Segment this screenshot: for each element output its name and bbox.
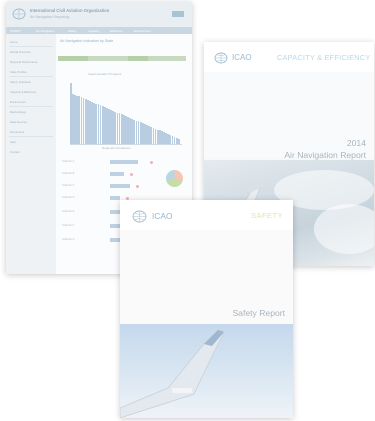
sidebar-item[interactable]: Help	[10, 140, 16, 144]
sidebar-item[interactable]: Home	[10, 40, 17, 44]
row-label: Indicator A	[62, 160, 75, 163]
nav-item[interactable]: Air Navigation	[36, 29, 55, 33]
web-nav-bar: iSTARS Air Navigation Safety Capacity Ef…	[6, 27, 192, 34]
aircraft-wing-icon	[120, 329, 225, 418]
row-label: Indicator C	[62, 184, 75, 187]
icao-emblem-icon	[214, 52, 228, 64]
bar-chart	[70, 80, 180, 144]
row-bar	[110, 160, 138, 164]
report-theme: SAFETY	[251, 211, 283, 220]
report-theme: CAPACITY & EFFICIENCY	[277, 53, 371, 62]
chart-title: Regional Comparison	[102, 146, 131, 150]
cover-photo	[120, 324, 293, 418]
sidebar-item[interactable]: Regional Performance	[10, 60, 38, 64]
pie-chart	[166, 170, 183, 187]
sidebar-item[interactable]: Data Sources	[10, 120, 27, 124]
sidebar-item[interactable]: Capacity & Efficiency	[10, 90, 36, 94]
sidebar-item[interactable]: Global Overview	[10, 50, 31, 54]
safety-report-cover: ICAO SAFETY Safety Report	[120, 200, 293, 418]
row-marker	[130, 172, 133, 176]
sidebar-divider	[9, 136, 53, 137]
row-bar	[110, 172, 124, 176]
banner-segment	[58, 56, 88, 61]
progress-banner	[58, 56, 186, 61]
org-name: ICAO	[232, 53, 252, 62]
sidebar-item[interactable]: Documents	[10, 130, 24, 134]
row-marker	[150, 160, 153, 164]
row-marker	[136, 184, 139, 188]
row-label: Indicator B	[62, 172, 75, 175]
web-header-subtitle: Air Navigation Reporting	[30, 15, 69, 19]
sidebar-item[interactable]: Methodology	[10, 110, 26, 114]
sidebar-item[interactable]: Safety Indicators	[10, 80, 31, 84]
report-title: Air Navigation Report	[284, 150, 366, 160]
web-sidebar: Home Global Overview Regional Performanc…	[6, 34, 56, 274]
sidebar-item[interactable]: Environment	[10, 100, 26, 104]
sidebar-divider	[9, 106, 53, 107]
banner-segment	[128, 56, 148, 61]
icao-emblem-icon	[12, 8, 26, 20]
sidebar-item[interactable]: Contact	[10, 150, 20, 154]
row-label: Indicator F	[62, 224, 75, 227]
sidebar-item[interactable]: State Profiles	[10, 70, 27, 74]
report-header: ICAO CAPACITY & EFFICIENCY	[204, 42, 374, 72]
sidebar-divider	[9, 76, 53, 77]
nav-item[interactable]: Efficiency	[110, 29, 123, 33]
org-name: ICAO	[152, 211, 173, 221]
chart-title: Implementation Progress	[88, 72, 122, 76]
sidebar-divider	[9, 46, 53, 47]
report-title: Safety Report	[232, 308, 285, 318]
page-title: Air Navigation Indicators by State	[60, 39, 114, 43]
header-button[interactable]	[172, 11, 184, 17]
report-header: ICAO SAFETY	[120, 200, 293, 230]
icao-emblem-icon	[132, 210, 147, 223]
row-label: Indicator E	[62, 210, 75, 213]
nav-item[interactable]: Environment	[134, 29, 151, 33]
row-label: Indicator G	[62, 238, 75, 241]
chart-axis	[70, 144, 182, 145]
nav-item[interactable]: iSTARS	[10, 29, 20, 33]
web-header-title: International Civil Aviation Organizatio…	[30, 8, 110, 13]
row-label: Indicator D	[62, 196, 75, 199]
nav-item[interactable]: Capacity	[88, 29, 100, 33]
nav-item[interactable]: Safety	[68, 29, 77, 33]
row-bar	[110, 196, 120, 200]
report-year: 2014	[346, 138, 366, 148]
web-header: International Civil Aviation Organizatio…	[6, 2, 192, 27]
row-bar	[110, 184, 130, 188]
